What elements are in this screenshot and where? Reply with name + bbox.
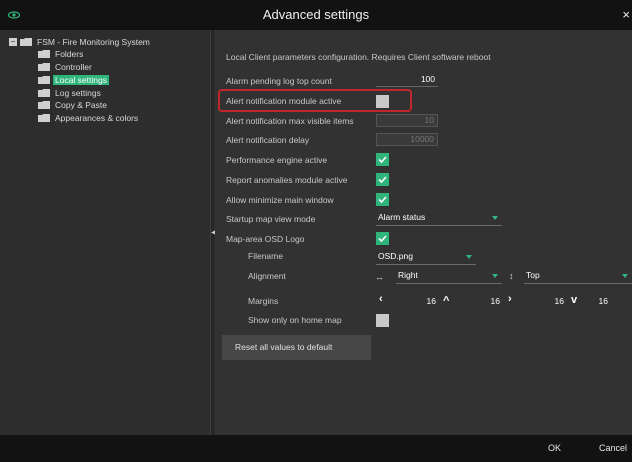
filename-label: Filename [248, 251, 283, 261]
horizontal-align-dropdown[interactable]: Right [396, 270, 502, 284]
settings-tree: − FSM - Fire Monitoring System Folders C… [0, 30, 210, 435]
vertical-align-value: Top [526, 270, 540, 280]
tree-item-label: Copy & Paste [55, 100, 107, 110]
tree-root[interactable]: − FSM - Fire Monitoring System [9, 36, 152, 48]
anomalies-checkbox[interactable] [376, 173, 389, 186]
folder-icon [20, 38, 32, 46]
alert-module-label: Alert notification module active [226, 96, 342, 106]
tree-item-folders[interactable]: Folders [38, 48, 85, 60]
check-icon [378, 196, 387, 204]
home-only-checkbox[interactable] [376, 314, 389, 327]
folder-icon [38, 76, 50, 84]
tree-item-log-settings[interactable]: Log settings [38, 87, 103, 99]
tree-item-local-settings[interactable]: Local settings [38, 74, 109, 86]
alignment-label: Alignment [248, 271, 286, 281]
tree-item-label: Controller [55, 62, 92, 72]
osd-logo-label: Map-area OSD Logo [226, 234, 305, 244]
folder-icon [38, 50, 50, 58]
margins-label: Margins [248, 296, 279, 306]
alarm-pending-label: Alarm pending log top count [226, 76, 332, 86]
minimize-label: Allow minimize main window [226, 195, 334, 205]
reset-defaults-button[interactable]: Reset all values to default [222, 335, 371, 360]
tree-item-appearances[interactable]: Appearances & colors [38, 112, 140, 124]
cancel-button[interactable]: Cancel [599, 443, 627, 453]
panel-header: Local Client parameters configuration. R… [226, 52, 491, 62]
tree-item-label: Appearances & colors [55, 113, 139, 123]
vertical-align-dropdown[interactable]: Top [524, 270, 632, 284]
margin-left-icon: ‹ [379, 293, 383, 305]
chevron-down-icon [492, 216, 498, 220]
alert-module-checkbox[interactable] [376, 95, 389, 108]
alert-delay-label: Alert notification delay [226, 135, 310, 145]
margin-bottom-input[interactable]: 16 [584, 296, 608, 306]
tree-item-label: Log settings [55, 88, 101, 98]
startup-map-value: Alarm status [378, 212, 426, 222]
title-bar: Advanced settings × [0, 0, 632, 30]
horizontal-align-icon: ↔ [375, 272, 384, 282]
check-icon [378, 156, 387, 164]
margin-top-icon: ^ [443, 295, 450, 307]
margin-left-input[interactable]: 16 [410, 296, 436, 306]
margin-top-input[interactable]: 16 [474, 296, 500, 306]
startup-map-dropdown[interactable]: Alarm status [376, 212, 502, 226]
performance-label: Performance engine active [226, 155, 328, 165]
folder-icon [38, 114, 50, 122]
margin-right-icon: › [508, 293, 512, 305]
startup-map-label: Startup map view mode [226, 214, 316, 224]
filename-dropdown[interactable]: OSD.png [376, 251, 476, 265]
home-only-label: Show only on home map [248, 315, 342, 325]
collapse-icon[interactable]: − [9, 38, 17, 46]
panel-splitter[interactable]: ◀ [210, 30, 216, 435]
tree-item-label: Folders [55, 49, 84, 59]
chevron-down-icon [466, 255, 472, 259]
filename-value: OSD.png [378, 251, 413, 261]
minimize-checkbox[interactable] [376, 193, 389, 206]
tree-item-label: Local settings [53, 75, 109, 85]
window-title: Advanced settings [262, 7, 370, 22]
tree-root-label: FSM - Fire Monitoring System [37, 37, 150, 47]
alarm-pending-input[interactable]: 100 [376, 74, 438, 87]
performance-checkbox[interactable] [376, 153, 389, 166]
margin-bottom-icon: v [571, 294, 578, 306]
check-icon [378, 176, 387, 184]
tree-item-copy-paste[interactable]: Copy & Paste [38, 99, 109, 111]
dialog-footer: OK Cancel [0, 435, 632, 462]
check-icon [378, 235, 387, 243]
osd-logo-checkbox[interactable] [376, 232, 389, 245]
folder-icon [38, 63, 50, 71]
ok-button[interactable]: OK [548, 443, 561, 453]
close-icon[interactable]: × [622, 7, 630, 22]
alert-max-input[interactable]: 10 [376, 114, 438, 127]
vertical-align-icon: ↕ [509, 271, 514, 281]
anomalies-label: Report anomalies module active [226, 175, 348, 185]
horizontal-align-value: Right [398, 270, 418, 280]
chevron-down-icon [622, 274, 628, 278]
alert-max-label: Alert notification max visible items [226, 116, 354, 126]
folder-icon [38, 89, 50, 97]
alert-delay-input[interactable]: 10000 [376, 133, 438, 146]
margin-right-input[interactable]: 16 [538, 296, 564, 306]
folder-icon [38, 101, 50, 109]
chevron-down-icon [492, 274, 498, 278]
tree-item-controller[interactable]: Controller [38, 61, 94, 73]
